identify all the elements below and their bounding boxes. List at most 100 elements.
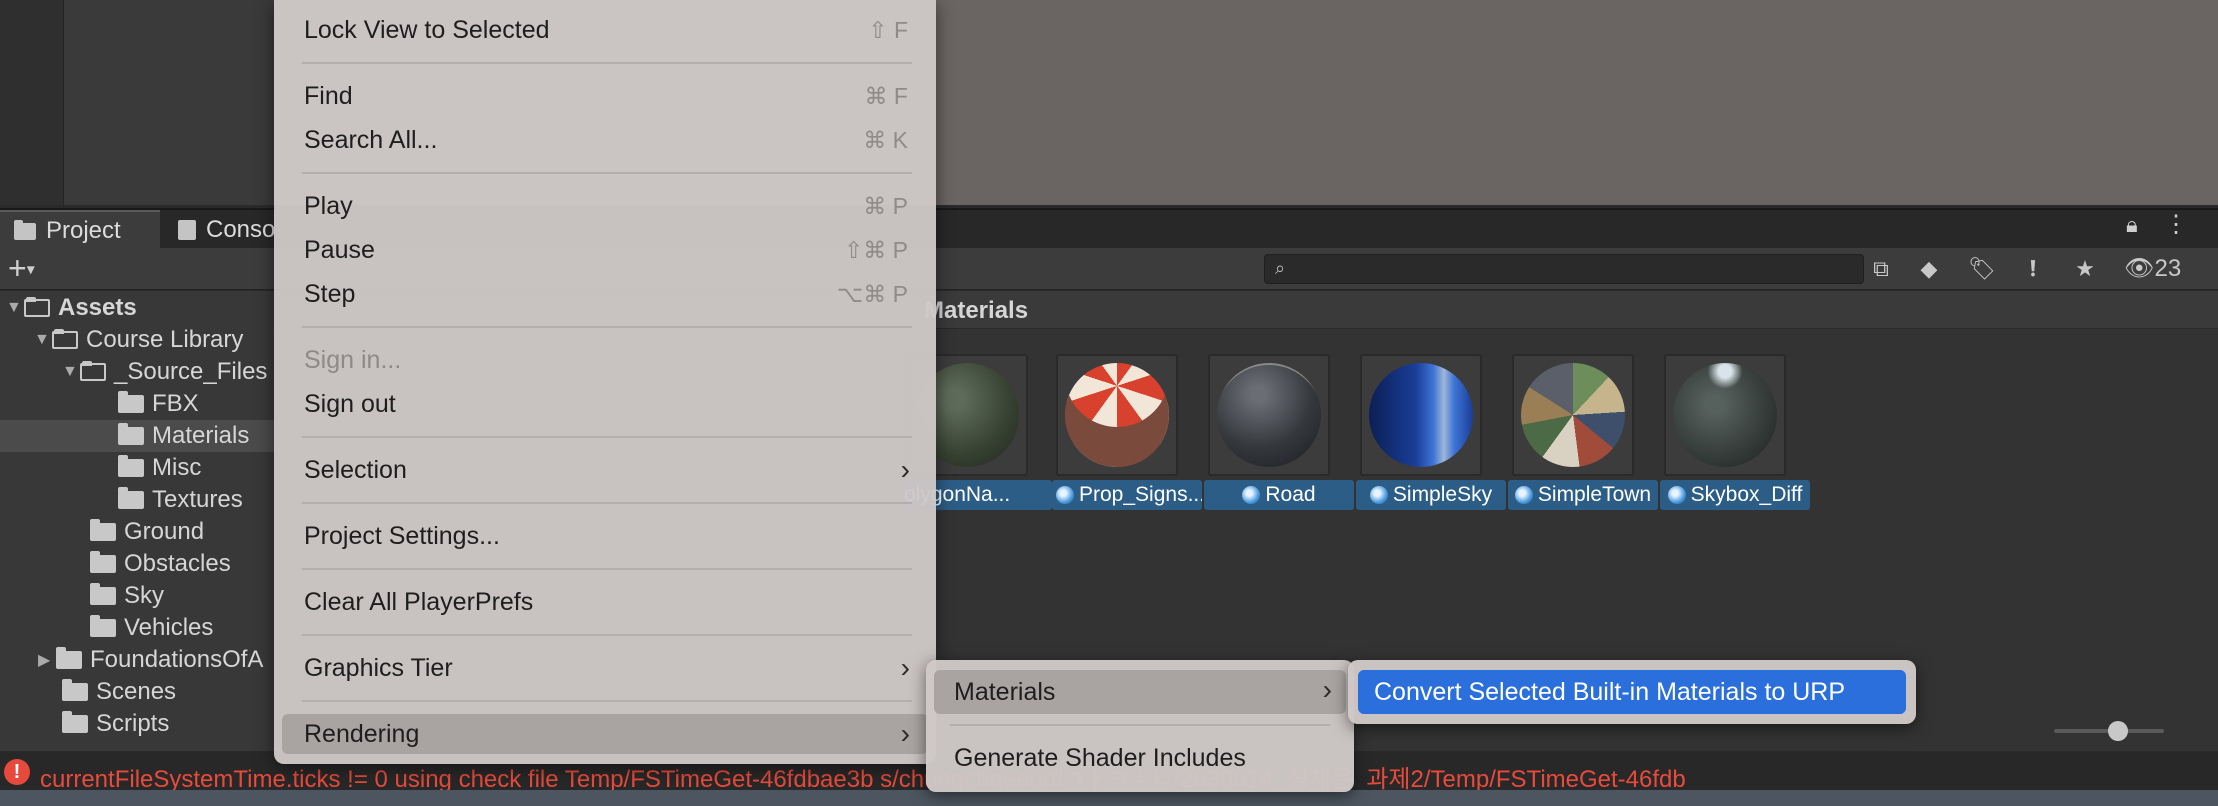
search-icon: ⌕	[1275, 258, 1286, 278]
material-thumbnail	[1208, 354, 1330, 476]
tree-item-materials[interactable]: Materials	[0, 420, 274, 452]
console-icon	[178, 220, 196, 240]
breadcrumb-current[interactable]: Materials	[924, 297, 1028, 325]
asset-label-text: Skybox_Diff	[1690, 483, 1803, 506]
zoom-slider-handle[interactable]	[2108, 721, 2128, 741]
menu-item-search-all[interactable]: Search All... ⌘ K	[282, 120, 928, 160]
tree-item-label: Ground	[124, 518, 205, 545]
menu-item-label: Rendering	[304, 719, 420, 748]
asset-simpletown[interactable]: SimpleTown	[1508, 354, 1658, 510]
hierarchy-area	[64, 0, 274, 205]
menu-separator	[302, 62, 912, 64]
menu-shortcut: ⌘ K	[863, 127, 908, 153]
expand-arrow-icon[interactable]: ▼	[6, 299, 24, 317]
tree-item-scenes[interactable]: Scenes	[0, 676, 274, 708]
tree-item-sky[interactable]: Sky	[0, 580, 274, 612]
expand-arrow-icon[interactable]: ▼	[62, 363, 80, 381]
error-icon: !	[4, 759, 30, 785]
search-by-type-icon[interactable]: ⧉	[1868, 256, 1894, 282]
asset-skybox-diff[interactable]: Skybox_Diff	[1660, 354, 1810, 510]
tree-item-course-library[interactable]: ▼ Course Library	[0, 324, 274, 356]
menu-item-pause[interactable]: Pause ⇧⌘ P	[282, 230, 928, 270]
menu-item-label: Pause	[304, 235, 375, 264]
menu-item-label: Graphics Tier	[304, 653, 453, 682]
menu-item-label: Sign out	[304, 389, 396, 418]
tree-item-label: Materials	[152, 422, 250, 449]
menu-item-graphics-tier[interactable]: Graphics Tier ›	[282, 648, 928, 688]
search-input[interactable]: ⌕	[1264, 254, 1864, 284]
folder-icon	[90, 551, 116, 573]
folder-icon	[118, 391, 144, 413]
collapse-arrow-icon[interactable]: ▶	[38, 650, 56, 670]
menu-shortcut: ⇧⌘ P	[843, 237, 908, 263]
create-button[interactable]: +▾	[8, 252, 35, 287]
convert-materials-to-urp-item[interactable]: Convert Selected Built-in Materials to U…	[1358, 670, 1906, 714]
menu-item-find[interactable]: Find ⌘ F	[282, 76, 928, 116]
folder-icon	[118, 487, 144, 509]
hidden-packages-count[interactable]: 👁︎23	[2124, 254, 2181, 283]
folder-icon	[118, 455, 144, 477]
rendering-submenu: Materials › Generate Shader Includes	[926, 660, 1354, 792]
filter-by-log-icon[interactable]: ❗︎	[2020, 256, 2046, 282]
tree-item-misc[interactable]: Misc	[0, 452, 274, 484]
menu-item-project-settings[interactable]: Project Settings...	[282, 516, 928, 556]
menu-item-sign-out[interactable]: Sign out	[282, 384, 928, 424]
menu-separator	[302, 436, 912, 438]
urp-material-icon	[1056, 486, 1074, 504]
menu-item-selection[interactable]: Selection ›	[282, 450, 928, 490]
tree-item-textures[interactable]: Textures	[0, 484, 274, 516]
asset-prop-signs[interactable]: Prop_Signs...	[1052, 354, 1202, 510]
asset-simplesky[interactable]: SimpleSky	[1356, 354, 1506, 510]
menu-item-label: Selection	[304, 455, 407, 484]
folder-icon	[118, 423, 144, 445]
status-message[interactable]: currentFileSystemTime.ticks != 0 using c…	[40, 759, 1686, 794]
tree-item-label: Misc	[152, 454, 202, 481]
tree-item-label: FoundationsOfA	[90, 646, 264, 673]
menu-separator	[302, 700, 912, 702]
folder-open-icon	[52, 329, 78, 349]
menu-item-label: Lock View to Selected	[304, 15, 550, 44]
expand-arrow-icon[interactable]: ▼	[34, 331, 52, 349]
folder-open-icon	[24, 297, 50, 317]
tree-item-label: Sky	[124, 582, 165, 609]
tree-item-foundations[interactable]: ▶ FoundationsOfA	[0, 644, 274, 676]
hidden-count-value: 23	[2154, 255, 2182, 282]
menu-item-clear-playerprefs[interactable]: Clear All PlayerPrefs	[282, 582, 928, 622]
tree-item-label: Course Library	[86, 326, 244, 353]
menu-item-label: Convert Selected Built-in Materials to U…	[1374, 677, 1846, 706]
menu-shortcut: ⌘ P	[863, 193, 908, 219]
more-options-icon[interactable]: ⋮	[2164, 210, 2188, 239]
tree-item-fbx[interactable]: FBX	[0, 388, 274, 420]
tree-item-assets[interactable]: ▼ Assets	[0, 292, 274, 324]
tree-item-obstacles[interactable]: Obstacles	[0, 548, 274, 580]
favorites-icon[interactable]: ★	[2072, 256, 2098, 282]
tree-item-scripts[interactable]: Scripts	[0, 708, 274, 740]
asset-road[interactable]: Road	[1204, 354, 1354, 510]
menu-item-rendering[interactable]: Rendering ›	[282, 714, 928, 754]
tree-item-source-files[interactable]: ▼ _Source_Files	[0, 356, 274, 388]
menu-item-step[interactable]: Step ⌥⌘ P	[282, 274, 928, 314]
folder-open-icon	[80, 361, 106, 381]
submenu-item-materials[interactable]: Materials ›	[934, 670, 1346, 714]
menu-shortcut: ⌥⌘ P	[836, 281, 908, 307]
filter-by-type-icon[interactable]: ◆	[1916, 256, 1942, 282]
filter-by-label-icon[interactable]: 🏷︎	[1968, 256, 1996, 282]
materials-submenu: Convert Selected Built-in Materials to U…	[1348, 660, 1916, 724]
menu-item-lock-view[interactable]: Lock View to Selected ⇧ F	[282, 10, 928, 50]
menu-separator	[950, 724, 1330, 726]
folder-icon	[62, 679, 88, 701]
menu-separator	[302, 634, 912, 636]
tab-project[interactable]: Project	[0, 210, 160, 250]
tree-item-vehicles[interactable]: Vehicles	[0, 612, 274, 644]
material-thumbnail	[1512, 354, 1634, 476]
tree-item-ground[interactable]: Ground	[0, 516, 274, 548]
menu-item-label: Sign in...	[304, 345, 402, 374]
urp-material-icon	[1514, 486, 1533, 504]
tree-item-label: Scripts	[96, 710, 170, 737]
tab-console[interactable]: Conso	[178, 210, 278, 250]
submenu-item-generate-shader-includes[interactable]: Generate Shader Includes	[934, 736, 1346, 780]
menu-item-play[interactable]: Play ⌘ P	[282, 186, 928, 226]
lock-icon[interactable]: 🔒︎	[2126, 212, 2138, 238]
material-thumbnail	[1056, 354, 1178, 476]
tab-project-label: Project	[46, 217, 121, 244]
